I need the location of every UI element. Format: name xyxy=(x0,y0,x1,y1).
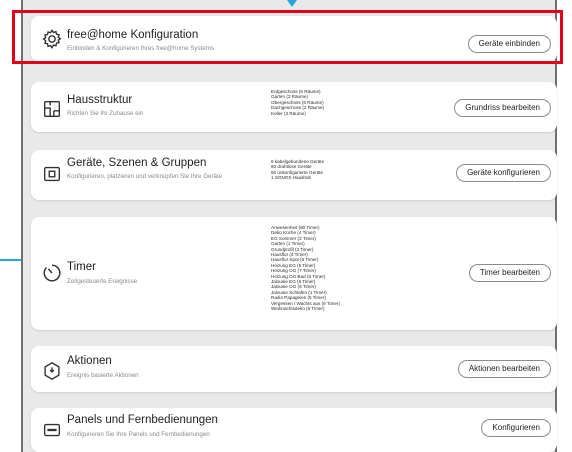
gear-icon xyxy=(42,29,62,50)
detail-item: Weihnachtsdeko (6 Timer) xyxy=(271,306,325,312)
card-aktionen: Aktionen Ereignis basierte Aktionen Akti… xyxy=(31,346,557,392)
detail-list: 9 kabelgebundene Geräte 60 drahtlose Ger… xyxy=(271,159,324,181)
card-title: Timer xyxy=(67,261,96,273)
card-title: free@home Konfiguration xyxy=(67,29,199,41)
card-panels-fernbedienungen: Panels und Fernbedienungen Konfigurieren… xyxy=(31,408,557,452)
card-subtitle: Zeitgesteuerte Ereignisse xyxy=(67,278,138,285)
card-subtitle: Einbinden & Konfigurieren Ihres free@hom… xyxy=(67,45,214,52)
grundriss-bearbeiten-button[interactable]: Grundriss bearbeiten xyxy=(454,99,551,117)
card-freehome-konfiguration: free@home Konfiguration Einbinden & Konf… xyxy=(31,16,557,62)
card-subtitle: Konfigurieren Sie Ihre Panels und Fernbe… xyxy=(67,431,210,438)
card-title: Hausstruktur xyxy=(67,94,133,106)
aktionen-bearbeiten-button[interactable]: Aktionen bearbeiten xyxy=(457,360,551,378)
card-title: Geräte, Szenen & Gruppen xyxy=(67,157,207,169)
panel-icon xyxy=(43,423,61,437)
action-icon xyxy=(44,361,60,381)
detail-item: Keller (3 Räume) xyxy=(271,110,306,116)
geraete-konfigurieren-button[interactable]: Geräte konfigurieren xyxy=(456,164,551,182)
detail-item: Dachgeschoss (2 Räume) xyxy=(271,105,325,111)
pointer-arrow xyxy=(287,0,297,7)
card-title: Aktionen xyxy=(67,355,112,367)
detail-list: Anwesenheit (80 Timer) Deko Küche (4 Tim… xyxy=(271,225,340,312)
card-subtitle: Konfigurieren, platzieren und verknüpfen… xyxy=(67,173,223,180)
timer-icon xyxy=(43,264,61,282)
card-timer: Timer Zeitgesteuerte Ereignisse Anwesenh… xyxy=(31,217,557,330)
detail-item: 1 SONOS Haushalt xyxy=(271,175,311,181)
floorplan-icon xyxy=(43,100,61,118)
card-hausstruktur: Hausstruktur Richten Sie Ihr Zuhause ein… xyxy=(31,82,557,132)
device-icon xyxy=(43,166,61,182)
timer-bearbeiten-button[interactable]: Timer bearbeiten xyxy=(468,264,551,282)
detail-list: Erdgeschoss (6 Räume) Garten (3 Räume) O… xyxy=(271,89,324,116)
konfigurieren-button[interactable]: Konfigurieren xyxy=(481,419,551,437)
pointer-line xyxy=(0,259,21,261)
card-title: Panels und Fernbedienungen xyxy=(67,414,218,426)
card-subtitle: Richten Sie Ihr Zuhause ein xyxy=(67,110,144,117)
card-geraete-szenen-gruppen: Geräte, Szenen & Gruppen Konfigurieren, … xyxy=(31,150,557,200)
geraete-einbinden-button[interactable]: Geräte einbinden xyxy=(467,35,551,53)
card-subtitle: Ereignis basierte Aktionen xyxy=(67,372,139,379)
